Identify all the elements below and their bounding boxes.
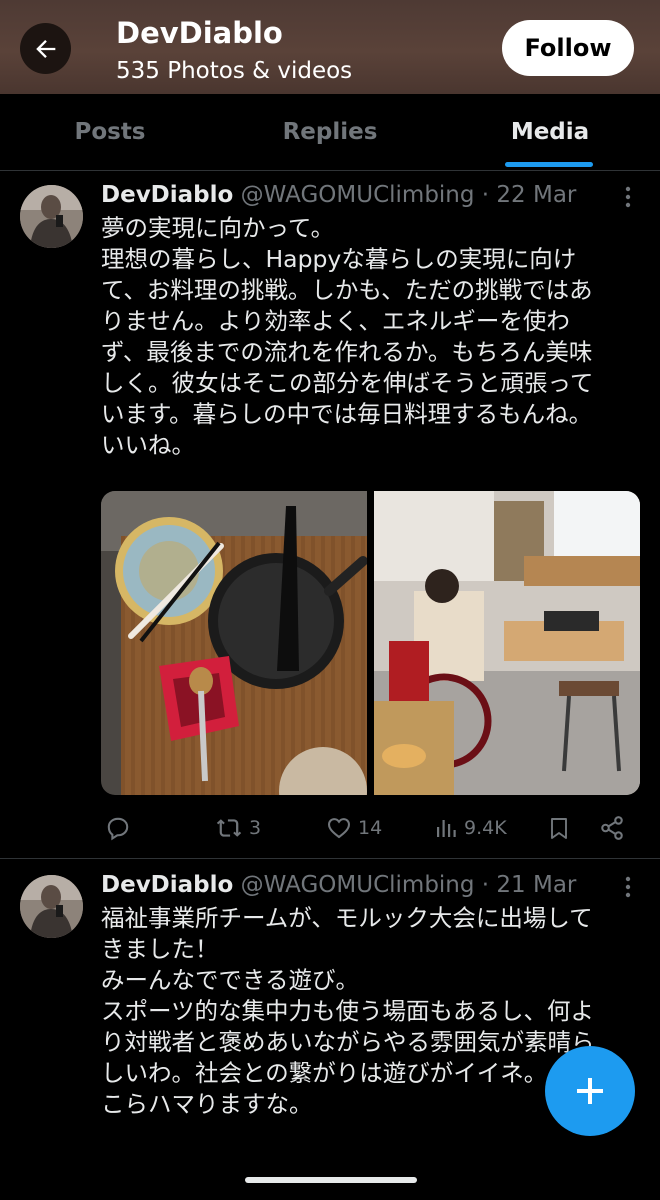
repost-button[interactable]: 3 xyxy=(215,812,261,844)
home-indicator[interactable] xyxy=(245,1177,417,1183)
views-count: 9.4K xyxy=(464,817,507,839)
arrow-left-icon xyxy=(35,39,55,58)
profile-header: DevDiablo 535 Photos & videos Follow xyxy=(0,0,660,94)
wheelchair-cafe-photo-icon xyxy=(374,491,640,795)
bookmark-button[interactable] xyxy=(547,812,571,844)
like-button[interactable]: 14 xyxy=(326,812,382,844)
compose-button[interactable] xyxy=(545,1046,635,1136)
avatar-photo-icon xyxy=(20,185,83,248)
reply-icon xyxy=(107,817,129,841)
repost-icon xyxy=(216,819,242,837)
tab-replies[interactable]: Replies xyxy=(220,94,440,170)
author-handle-date: @WAGOMUClimbing · 21 Mar xyxy=(240,872,577,898)
more-options-icon[interactable] xyxy=(616,876,640,900)
like-count: 14 xyxy=(358,817,383,839)
media-count: 535 Photos & videos xyxy=(116,58,353,84)
post-image-cafe[interactable] xyxy=(374,491,640,795)
active-tab-indicator xyxy=(505,162,593,167)
views-chart-icon xyxy=(437,820,456,837)
post-actions: 3 14 9.4K xyxy=(101,812,631,844)
author-handle-date: @WAGOMUClimbing · 22 Mar xyxy=(240,182,577,208)
post-text: 夢の実現に向かって。 理想の暮らし、Happyな暮らしの実現に向け て、お料理の… xyxy=(101,214,594,459)
share-icon xyxy=(601,816,623,840)
avatar[interactable] xyxy=(20,185,83,248)
bookmark-icon xyxy=(551,818,567,839)
back-button[interactable] xyxy=(20,23,71,74)
views-button[interactable]: 9.4K xyxy=(434,812,507,844)
heart-icon xyxy=(328,818,350,839)
author-name[interactable]: DevDiablo xyxy=(101,872,233,898)
more-options-icon[interactable] xyxy=(616,186,640,210)
profile-tabs: Posts Replies Media xyxy=(0,94,660,171)
tab-posts[interactable]: Posts xyxy=(0,94,220,170)
post-image-cooking[interactable] xyxy=(101,491,367,795)
repost-count: 3 xyxy=(249,817,262,839)
post-author-line: DevDiablo @WAGOMUClimbing · 21 Mar xyxy=(101,872,576,898)
post-divider xyxy=(0,858,660,859)
cooking-photo-icon xyxy=(101,491,367,795)
avatar-photo-icon xyxy=(20,875,83,938)
author-name[interactable]: DevDiablo xyxy=(101,182,233,208)
tab-media[interactable]: Media xyxy=(440,94,660,170)
follow-button[interactable]: Follow xyxy=(502,20,634,76)
avatar[interactable] xyxy=(20,875,83,938)
plus-icon xyxy=(577,1078,603,1104)
post-author-line: DevDiablo @WAGOMUClimbing · 22 Mar xyxy=(101,182,576,208)
share-button[interactable] xyxy=(599,812,625,844)
reply-button[interactable] xyxy=(105,812,137,844)
profile-name: DevDiablo xyxy=(116,16,283,50)
